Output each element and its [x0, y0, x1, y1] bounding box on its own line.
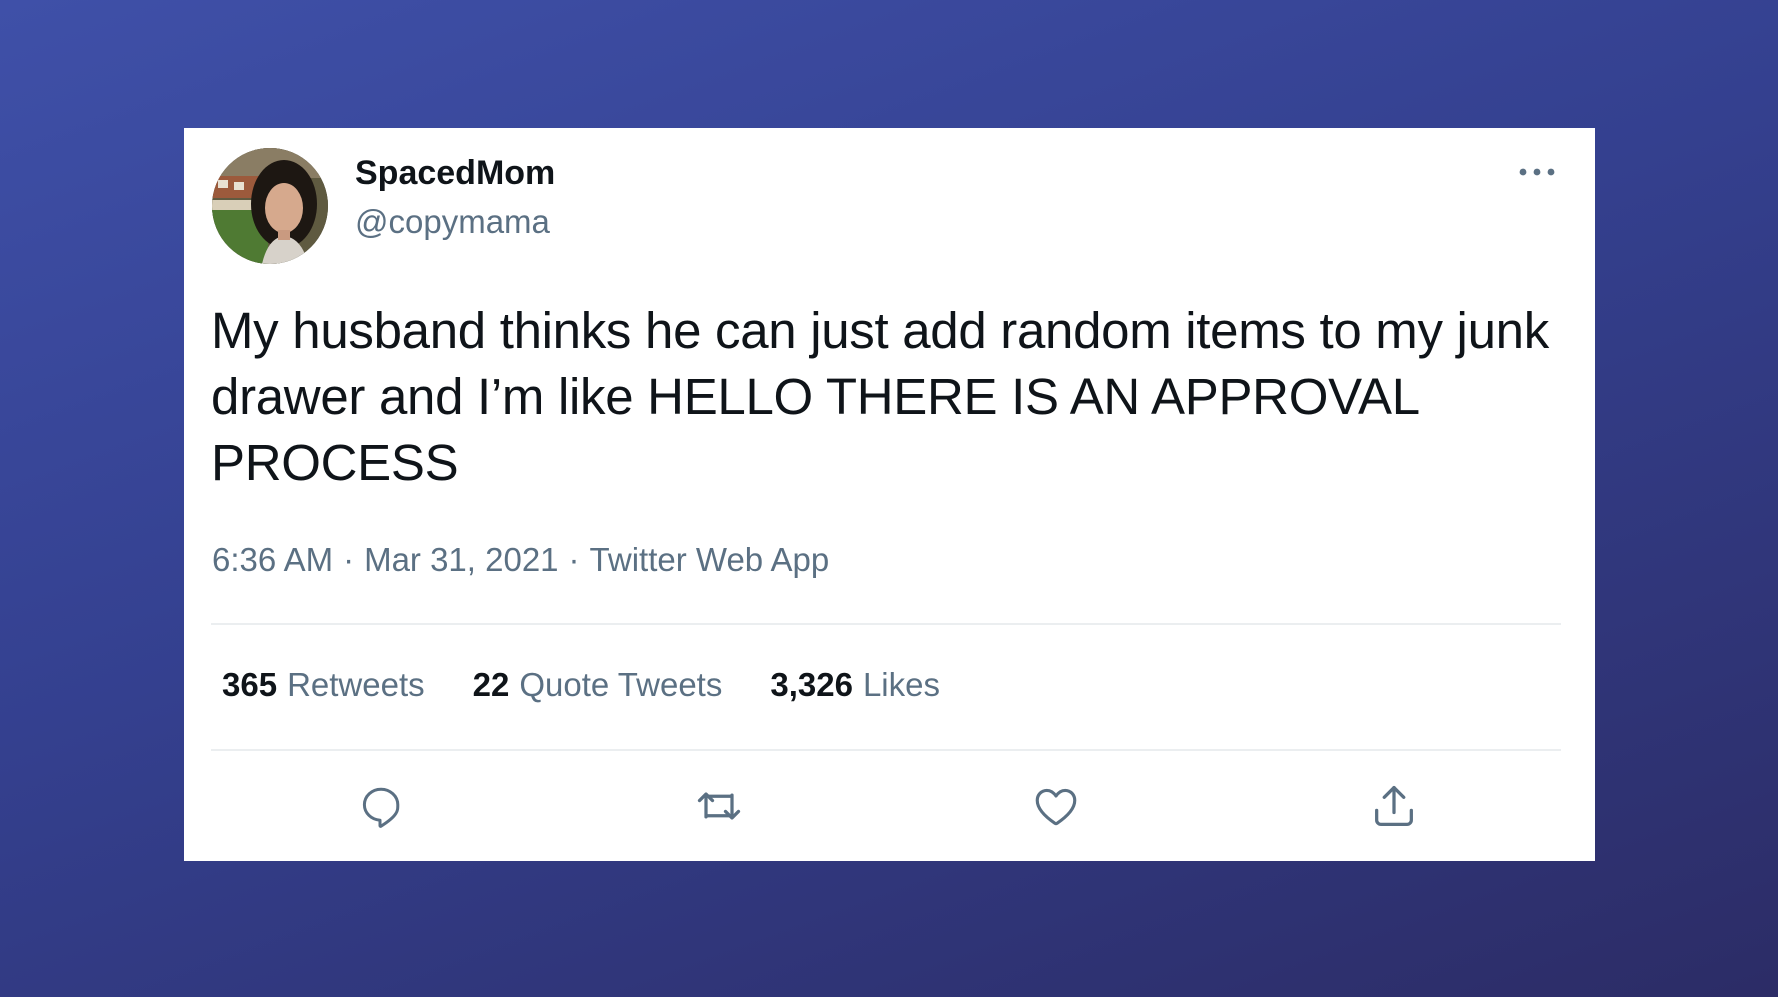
retweets-count: 365 [222, 666, 278, 703]
reply-button[interactable] [351, 776, 411, 836]
share-icon [1375, 785, 1413, 827]
like-button[interactable] [1026, 776, 1086, 836]
share-button[interactable] [1364, 776, 1424, 836]
tweet-source-link[interactable]: Twitter Web App [590, 541, 830, 578]
retweets-label: Retweets [287, 666, 425, 703]
divider [211, 749, 1561, 751]
retweet-button[interactable] [689, 776, 749, 836]
retweet-icon [697, 792, 741, 820]
avatar[interactable] [212, 148, 328, 264]
reply-icon [362, 787, 400, 828]
tweet-stats: 365 Retweets 22 Quote Tweets 3,326 Likes [222, 666, 940, 704]
more-horizontal-icon [1519, 168, 1555, 176]
tweet-meta: 6:36 AM · Mar 31, 2021 · Twitter Web App [212, 541, 829, 579]
tweet-actions [184, 768, 1595, 838]
quote-tweets-count: 22 [472, 666, 510, 703]
tweet-text: My husband thinks he can just add random… [211, 302, 1549, 491]
tweet-date[interactable]: Mar 31, 2021 [364, 541, 558, 578]
retweets-stat[interactable]: 365 Retweets [222, 666, 425, 704]
tweet-time[interactable]: 6:36 AM [212, 541, 333, 578]
quote-tweets-label: Quote Tweets [519, 666, 723, 703]
heart-icon [1035, 788, 1077, 826]
display-name[interactable]: SpacedMom [355, 154, 555, 193]
quote-tweets-stat[interactable]: 22 Quote Tweets [473, 666, 723, 704]
meta-separator: · [343, 541, 355, 578]
likes-stat[interactable]: 3,326 Likes [770, 666, 940, 704]
tweet-card: SpacedMom @copymama My husband thinks he… [184, 128, 1595, 861]
likes-count: 3,326 [770, 666, 853, 703]
avatar-image [212, 148, 328, 264]
user-handle[interactable]: @copymama [355, 203, 550, 241]
more-options-button[interactable] [1517, 158, 1557, 186]
meta-separator: · [568, 541, 580, 578]
divider [211, 623, 1561, 625]
likes-label: Likes [862, 666, 940, 703]
